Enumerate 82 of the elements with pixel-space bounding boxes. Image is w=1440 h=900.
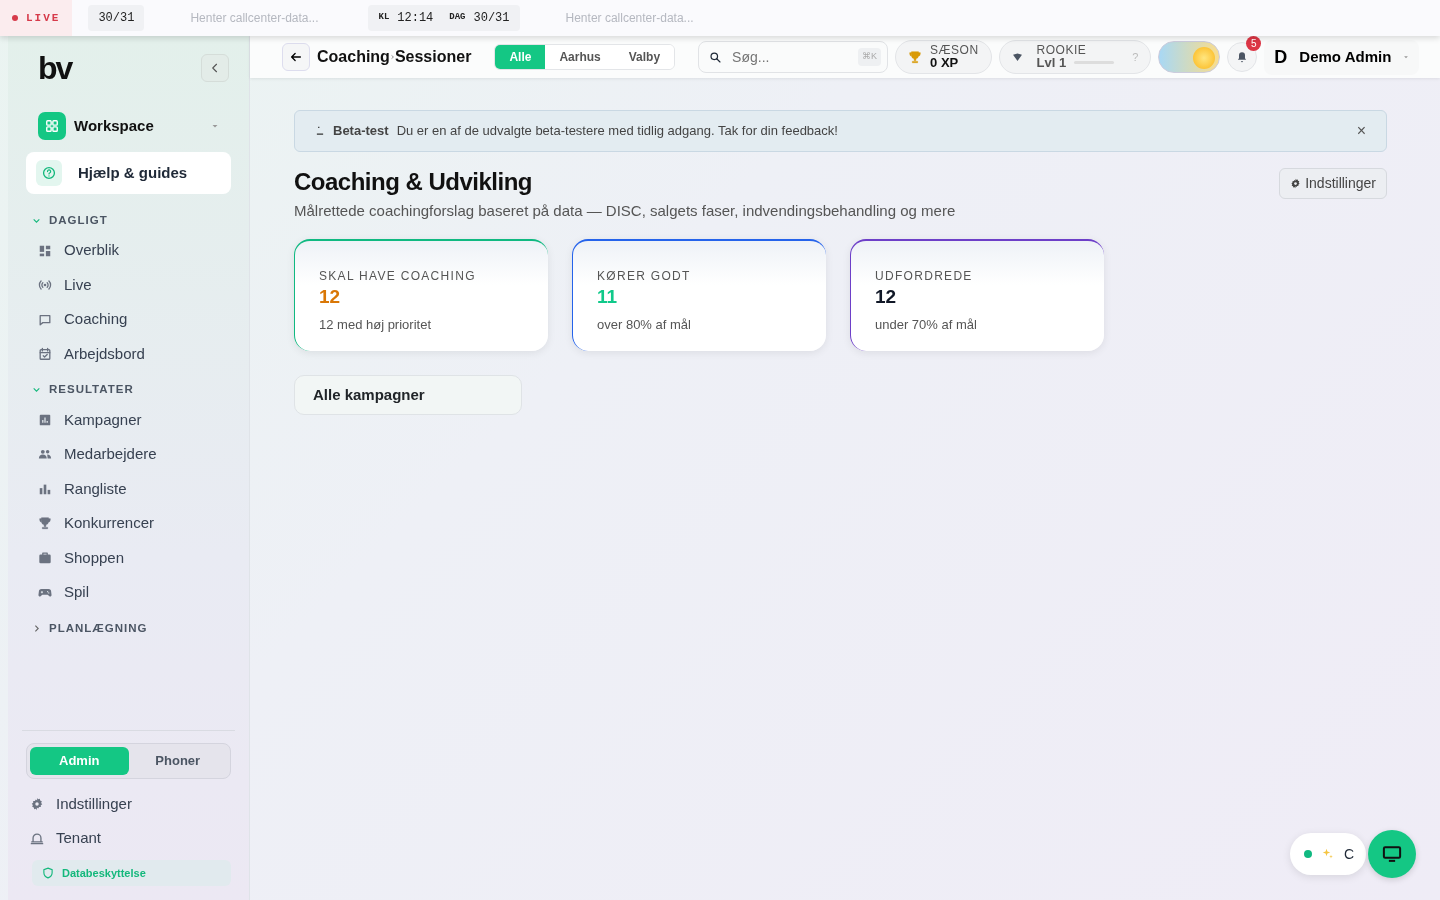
close-button[interactable]: × <box>1350 122 1372 139</box>
breadcrumb-item: Sessioner <box>394 47 472 67</box>
notification-badge: 5 <box>1246 36 1262 51</box>
rank-badge: ROOKIE Lvl 1 ? <box>998 40 1152 74</box>
nav-item[interactable]: Overblik <box>26 233 231 268</box>
ticker-status: Henter callcenter-data... <box>565 10 694 27</box>
stat-label: UDFORDREDE <box>875 267 974 285</box>
chevron-down-icon <box>32 385 41 395</box>
page-subtitle: Målrettede coachingforslag baseret på data — DISC, salgets faser, indvendingsbehandling og mere <box>294 201 956 222</box>
grid-icon <box>45 119 59 133</box>
help-link[interactable]: Hjælp & guides <box>26 152 231 194</box>
breadcrumb-item[interactable]: Coaching <box>317 45 390 69</box>
chevron-right-icon <box>389 53 395 61</box>
widget-text: C <box>1343 844 1354 864</box>
calendar-icon <box>38 347 52 361</box>
stat-value: 12 <box>319 284 342 309</box>
nav-item[interactable]: Arbejdsbord <box>26 336 231 372</box>
live-indicator: LIVE <box>0 0 73 36</box>
stat-label: KØRER GODT <box>597 267 692 285</box>
banner-text: Du er en af de udvalgte beta-testere med tidlig adgang. Tak for din feedback! <box>396 122 839 140</box>
stat-note: under 70% af mål <box>875 316 978 335</box>
sparkle-icon <box>1321 848 1334 860</box>
ticker-count: 30/31 <box>88 5 145 31</box>
search-field[interactable]: Søg... <box>730 45 851 69</box>
dashboard-icon <box>38 243 52 258</box>
caret-down-icon <box>211 122 219 130</box>
nav-item[interactable]: Tenant <box>26 821 231 856</box>
campaign-select[interactable]: Alle kampagner <box>294 374 522 415</box>
caret-down-icon <box>1403 54 1410 60</box>
monitor-icon <box>1382 844 1402 864</box>
settings-button[interactable]: Indstillinger <box>1279 167 1387 199</box>
location-tab[interactable]: Aarhus <box>545 45 615 69</box>
chevron-right-icon <box>32 623 41 633</box>
banner-title: Beta-test <box>333 122 389 140</box>
role-tab[interactable]: Phoner <box>128 747 227 775</box>
season-badge: SÆSON 0 XP <box>895 40 992 74</box>
nav-item[interactable]: Live <box>26 267 231 303</box>
page-title: Coaching & Udvikling <box>294 167 533 197</box>
stat-note: 12 med høj prioritet <box>319 316 432 335</box>
clock-value: 30/31 <box>473 10 510 27</box>
logo: bv <box>38 52 72 84</box>
ticker-status: Henter callcenter-data... <box>190 10 319 27</box>
stat-value: 12 <box>875 284 898 309</box>
section-header[interactable]: DAGLIGT <box>26 202 231 234</box>
nav-item[interactable]: Spil <box>26 575 231 610</box>
broadcast-icon <box>38 278 52 292</box>
gear-icon <box>1290 177 1302 189</box>
search-icon <box>709 50 723 64</box>
chat-icon <box>38 312 52 327</box>
nav-item[interactable]: Shoppen <box>26 540 231 575</box>
nav-item[interactable]: Coaching <box>26 302 231 337</box>
assistant-pill[interactable]: C <box>1289 833 1366 875</box>
back-button[interactable] <box>282 43 310 71</box>
trophy-icon <box>38 516 52 531</box>
clock-label: DAG <box>449 11 466 25</box>
clock-value: 12:14 <box>397 10 434 27</box>
nav-item[interactable]: Konkurrencer <box>26 506 231 541</box>
trophy-icon <box>908 50 923 64</box>
briefcase-icon <box>38 550 52 565</box>
stat-value: 11 <box>597 284 619 309</box>
bar-chart-icon <box>38 412 52 427</box>
user-menu[interactable]: D Demo Admin <box>1264 39 1420 75</box>
section-header[interactable]: RESULTATER <box>26 371 231 403</box>
clock-label: KL <box>378 11 390 25</box>
theme-toggle[interactable] <box>1158 41 1221 73</box>
stat-label: SKAL HAVE COACHING <box>319 267 477 285</box>
screen-button[interactable] <box>1368 830 1416 878</box>
help-icon <box>42 166 56 180</box>
nav-item[interactable]: Indstillinger <box>26 786 231 821</box>
arrow-left-icon <box>289 50 303 64</box>
shortcut-hint: ⌘K <box>858 48 882 66</box>
nav-item[interactable]: Medarbejdere <box>26 437 231 472</box>
bell-icon <box>30 831 44 846</box>
bell-icon <box>1236 51 1249 63</box>
gear-icon <box>30 796 44 811</box>
workspace-selector[interactable]: Workspace <box>26 108 231 144</box>
section-header[interactable]: PLANLÆGNING <box>26 609 231 641</box>
stat-note: over 80% af mål <box>597 316 692 335</box>
chevron-down-icon <box>32 216 41 226</box>
nav-item[interactable]: Rangliste <box>26 471 231 506</box>
location-tab[interactable]: Valby <box>614 45 675 69</box>
nav-item[interactable]: Kampagner <box>26 402 231 437</box>
